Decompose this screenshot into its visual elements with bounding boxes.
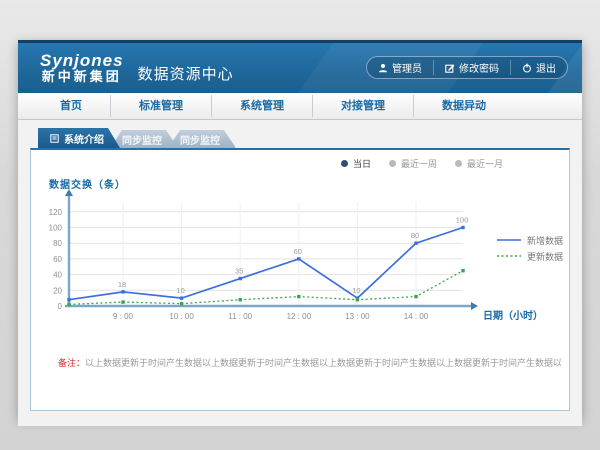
data-point (297, 295, 300, 298)
legend-item-0: 新增数据 (497, 232, 563, 248)
x-tick-label: 12 : 00 (287, 312, 312, 321)
main-nav: 首页标准管理系统管理对接管理数据异动 (18, 93, 582, 120)
data-point (180, 302, 183, 305)
tab-2[interactable]: 同步监控 (168, 130, 236, 148)
data-point (461, 226, 464, 229)
data-point (180, 296, 183, 299)
legend-label: 更新数据 (527, 250, 563, 263)
logo-text-cn: 新中新集团 (40, 70, 124, 84)
nav-item-2[interactable]: 系统管理 (211, 95, 312, 117)
chart-panel: 当日最近一周最近一月 数据交换（条） 0204060801001209 : 00… (30, 148, 570, 411)
x-tick-label: 11 : 00 (228, 312, 252, 321)
company-logo: Synjones 新中新集团 (40, 52, 124, 83)
y-axis-arrow-icon (65, 189, 73, 196)
y-tick-label: 120 (49, 208, 63, 217)
y-tick-label: 0 (58, 302, 63, 311)
data-point (239, 298, 242, 301)
tab-label: 同步监控 (122, 132, 162, 147)
footnote-text: 以上数据更新于时间产生数据以上数据更新于时间产生数据以上数据更新于时间产生数据以… (85, 358, 561, 368)
y-tick-label: 40 (53, 271, 62, 280)
user-toolbar: 管理员 修改密码 退出 (366, 56, 568, 79)
current-user-label: 管理员 (392, 60, 422, 75)
x-tick-label: 9 : 00 (113, 312, 134, 321)
x-tick-label: 13 : 00 (345, 312, 370, 321)
data-point-label: 10 (352, 286, 360, 295)
tab-bar: 系统介绍 同步监控 同步监控 (38, 128, 582, 148)
current-user-button[interactable]: 管理员 (367, 60, 433, 75)
data-point (67, 298, 70, 301)
logout-button[interactable]: 退出 (510, 60, 567, 75)
series-line-1 (69, 271, 463, 305)
data-point (297, 257, 300, 260)
legend-line-icon (497, 253, 521, 259)
tab-label: 同步监控 (180, 132, 220, 147)
power-icon (522, 63, 532, 73)
data-point (414, 242, 417, 245)
tab-1[interactable]: 同步监控 (110, 130, 178, 148)
logout-label: 退出 (536, 60, 556, 75)
nav-item-0[interactable]: 首页 (32, 95, 110, 117)
series-line-0 (69, 228, 463, 300)
nav-item-4[interactable]: 数据异动 (413, 95, 514, 117)
x-tick-label: 10 : 00 (169, 312, 194, 321)
page-title: 数据资源中心 (138, 63, 234, 84)
data-point (414, 295, 417, 298)
nav-item-3[interactable]: 对接管理 (312, 95, 413, 117)
x-axis-title: 日期（小时） (483, 309, 543, 322)
tab-label: 系统介绍 (64, 131, 104, 146)
data-point-label: 10 (176, 286, 184, 295)
data-point-label: 60 (294, 247, 302, 256)
legend-line-icon (497, 237, 521, 243)
chart-svg: 0 20 40 60 80 100 120 9 : 00 10 : 00 11 : 00 12 : … (31, 150, 569, 408)
tab-0[interactable]: 系统介绍 (38, 128, 120, 148)
x-axis-arrow-icon (471, 302, 478, 310)
change-password-button[interactable]: 修改密码 (433, 60, 510, 75)
content-area: 系统介绍同步监控同步监控 当日最近一周最近一月 数据交换（条） 02040608… (18, 120, 582, 426)
data-point-label: 35 (235, 267, 243, 276)
x-tick-label: 14 : 00 (404, 312, 429, 321)
document-icon (50, 134, 59, 143)
data-point-label: 18 (118, 280, 126, 289)
data-point (121, 300, 124, 303)
legend-item-1: 更新数据 (497, 248, 563, 264)
nav-item-1[interactable]: 标准管理 (110, 95, 211, 117)
y-tick-label: 80 (53, 239, 62, 248)
footnote-prefix: 备注： (58, 358, 85, 368)
y-tick-label: 20 (53, 286, 62, 295)
y-tick-label: 100 (49, 224, 63, 233)
page-card: Synjones 新中新集团 数据资源中心 管理员 修改密码 (18, 40, 582, 418)
data-point (67, 303, 70, 306)
app-header: Synjones 新中新集团 数据资源中心 管理员 修改密码 (18, 40, 582, 93)
chart-legend: 新增数据 更新数据 (497, 232, 563, 264)
data-point-label: 80 (411, 231, 419, 240)
edit-icon (445, 63, 455, 73)
logo-text-en: Synjones (40, 52, 124, 70)
data-point (461, 269, 464, 272)
data-point (356, 298, 359, 301)
footnote: 备注：以上数据更新于时间产生数据以上数据更新于时间产生数据以上数据更新于时间产生… (58, 356, 561, 369)
data-point (239, 277, 242, 280)
user-icon (378, 63, 388, 73)
data-point (121, 290, 124, 293)
legend-label: 新增数据 (527, 234, 563, 247)
data-point-label: 100 (456, 216, 469, 225)
change-password-label: 修改密码 (459, 60, 499, 75)
y-tick-label: 60 (53, 255, 62, 264)
